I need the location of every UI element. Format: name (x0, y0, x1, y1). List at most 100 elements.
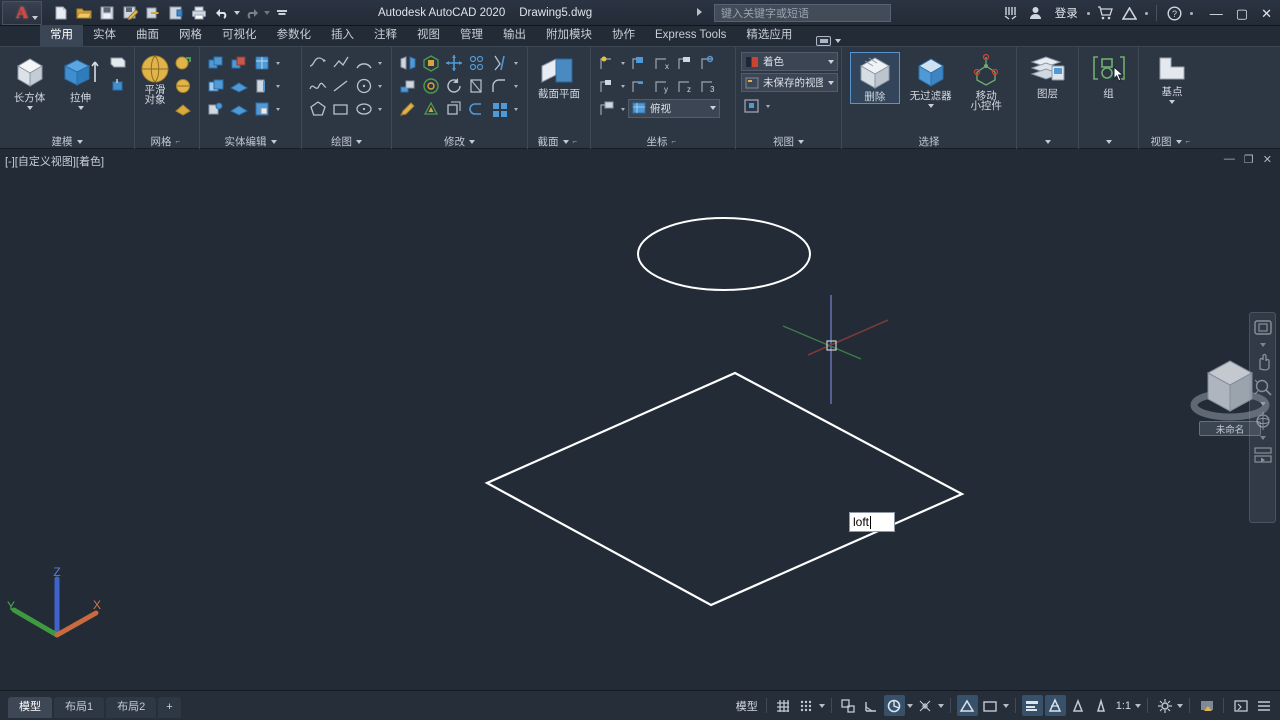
navigation-bar[interactable] (1249, 312, 1276, 523)
redo-icon[interactable] (241, 2, 263, 24)
title-dropdown-icon[interactable] (697, 8, 702, 16)
tab-manage[interactable]: 管理 (450, 25, 493, 46)
panel-coordinates-title[interactable]: 坐标 ⌐ (593, 134, 733, 149)
workspace-dropdown-icon[interactable] (1177, 703, 1183, 708)
shell-icon[interactable] (228, 98, 250, 120)
ellipse-icon[interactable] (353, 98, 375, 120)
drawing-viewport[interactable]: [-][自定义视图][着色] — ❐ ✕ Z Y X 未命名 loft (0, 149, 1280, 690)
panel-section-title[interactable]: 截面 ⌐ (530, 134, 588, 149)
ucs-manager-dropdown-icon[interactable] (621, 107, 625, 111)
showmotion-icon[interactable] (1253, 445, 1273, 465)
dynamic-ucs-icon[interactable] (956, 695, 978, 716)
dynamic-input-icon[interactable] (980, 695, 1001, 716)
mesh-smooth-more-icon[interactable] (172, 75, 194, 97)
viewport-config-dropdown-icon[interactable] (766, 104, 770, 108)
arc-icon[interactable] (353, 52, 375, 74)
edit-polyline-icon[interactable] (397, 98, 419, 120)
3d-move-gizmo-icon[interactable] (397, 75, 419, 97)
copy-face-icon[interactable] (205, 98, 227, 120)
customization-icon[interactable] (1253, 695, 1274, 716)
panel-mesh-dialog-launcher-icon[interactable]: ⌐ (176, 137, 184, 146)
polar-tracking-icon[interactable] (861, 695, 882, 716)
ucs-dropdown-icon[interactable] (621, 61, 625, 65)
solid-misc-dropdown-icon[interactable] (276, 107, 280, 111)
panel-modeling-chevron-icon[interactable] (76, 139, 83, 144)
redo-dropdown-icon[interactable] (264, 10, 270, 15)
tab-output[interactable]: 输出 (493, 25, 536, 46)
layers-button[interactable]: 图层 (1023, 52, 1073, 100)
ucs-face-dropdown-icon[interactable] (621, 84, 625, 88)
base-point-button[interactable]: 基点 (1145, 52, 1199, 104)
tab-visualize[interactable]: 可视化 (212, 25, 267, 46)
panel-view-basepoint-dialog-launcher-icon[interactable]: ⌐ (1186, 137, 1194, 146)
named-view-chevron-icon[interactable] (828, 80, 834, 85)
panel-draw-chevron-icon[interactable] (356, 139, 362, 144)
ribbon-options-chevron-icon[interactable] (835, 39, 842, 43)
delete-button[interactable]: 删除 (850, 52, 900, 104)
close-button[interactable]: ✕ (1261, 7, 1272, 20)
convert-to-surface-icon[interactable] (172, 98, 194, 120)
3d-mirror-icon[interactable] (397, 52, 419, 74)
modify-dropdown-3-icon[interactable] (514, 107, 518, 111)
steering-wheel-icon[interactable] (1253, 318, 1273, 338)
help-icon[interactable]: ? (1165, 3, 1185, 23)
save-as-icon[interactable] (119, 2, 141, 24)
selection-cycling-icon[interactable] (1044, 695, 1066, 716)
tab-parametric[interactable]: 参数化 (267, 25, 322, 46)
extract-edges-icon[interactable] (443, 98, 465, 120)
cart-icon[interactable] (1095, 3, 1115, 23)
fillet-edge-icon[interactable] (489, 75, 511, 97)
undo-dropdown-icon[interactable] (234, 10, 240, 15)
ribbon-minimize-icon[interactable] (816, 36, 832, 46)
3d-move-icon[interactable] (443, 52, 465, 74)
ucs-z-icon[interactable]: z (674, 75, 696, 97)
slice-icon[interactable] (489, 52, 511, 74)
grid-display-icon[interactable] (773, 695, 794, 716)
visual-style-chevron-icon[interactable] (828, 59, 834, 64)
tab-collaborate[interactable]: 协作 (602, 25, 645, 46)
panel-section-chevron-icon[interactable] (562, 139, 569, 144)
lineweight-dropdown-icon[interactable] (1002, 703, 1009, 708)
qat-more-icon[interactable] (271, 2, 293, 24)
extrude-dropdown-icon[interactable] (77, 106, 84, 110)
3d-wedge-icon[interactable] (420, 98, 442, 120)
3d-polyline-icon[interactable] (330, 52, 352, 74)
search-input[interactable]: 键入关键字或短语 (714, 4, 891, 22)
transparency-icon[interactable] (1021, 695, 1043, 716)
dynamic-input-box[interactable]: loft (849, 512, 895, 532)
union-icon[interactable] (205, 52, 227, 74)
tab-annotate[interactable]: 注释 (364, 25, 407, 46)
taper-face-icon[interactable] (228, 75, 250, 97)
tab-layout1[interactable]: 布局1 (54, 696, 105, 718)
3d-rotate-icon[interactable] (420, 75, 442, 97)
user-account-icon[interactable] (1026, 3, 1046, 23)
workspace-switch-icon[interactable] (1154, 695, 1175, 716)
application-menu-button[interactable]: A (2, 0, 42, 25)
snap-mode-icon[interactable] (796, 695, 817, 716)
panel-coordinates-dialog-launcher-icon[interactable]: ⌐ (672, 137, 680, 146)
base-point-dropdown-icon[interactable] (1169, 100, 1175, 104)
modify-dropdown-2-icon[interactable] (514, 84, 518, 88)
panel-groups-title[interactable] (1081, 134, 1136, 149)
visual-style-combo[interactable]: 着色 (741, 52, 838, 71)
print-icon[interactable] (188, 2, 210, 24)
plot-preview-icon[interactable] (165, 2, 187, 24)
panel-solid-editing-title[interactable]: 实体编辑 (202, 134, 299, 149)
scale-dropdown-icon[interactable] (1135, 703, 1141, 708)
panel-layers-chevron-icon[interactable] (1044, 139, 1051, 144)
panel-view-basepoint-chevron-icon[interactable] (1175, 139, 1182, 144)
3d-array-icon[interactable] (466, 52, 488, 74)
panel-modify-title[interactable]: 修改 (394, 134, 525, 149)
tab-solid[interactable]: 实体 (83, 25, 126, 46)
circle-icon[interactable] (353, 75, 375, 97)
offset-edge-icon[interactable] (251, 75, 273, 97)
box-button[interactable]: 长方体 (5, 52, 54, 110)
ucs-y-icon[interactable]: y (651, 75, 673, 97)
ucs-icon[interactable] (596, 52, 618, 74)
circle-dropdown-icon[interactable] (378, 84, 382, 88)
ucs-view-chevron-icon[interactable] (710, 106, 716, 110)
extrude-button[interactable]: 拉伸 (56, 52, 105, 110)
annotation-scale-label[interactable]: 1:1 (1114, 700, 1133, 712)
interfere-icon[interactable] (466, 98, 488, 120)
panel-solid-editing-chevron-icon[interactable] (270, 139, 277, 144)
